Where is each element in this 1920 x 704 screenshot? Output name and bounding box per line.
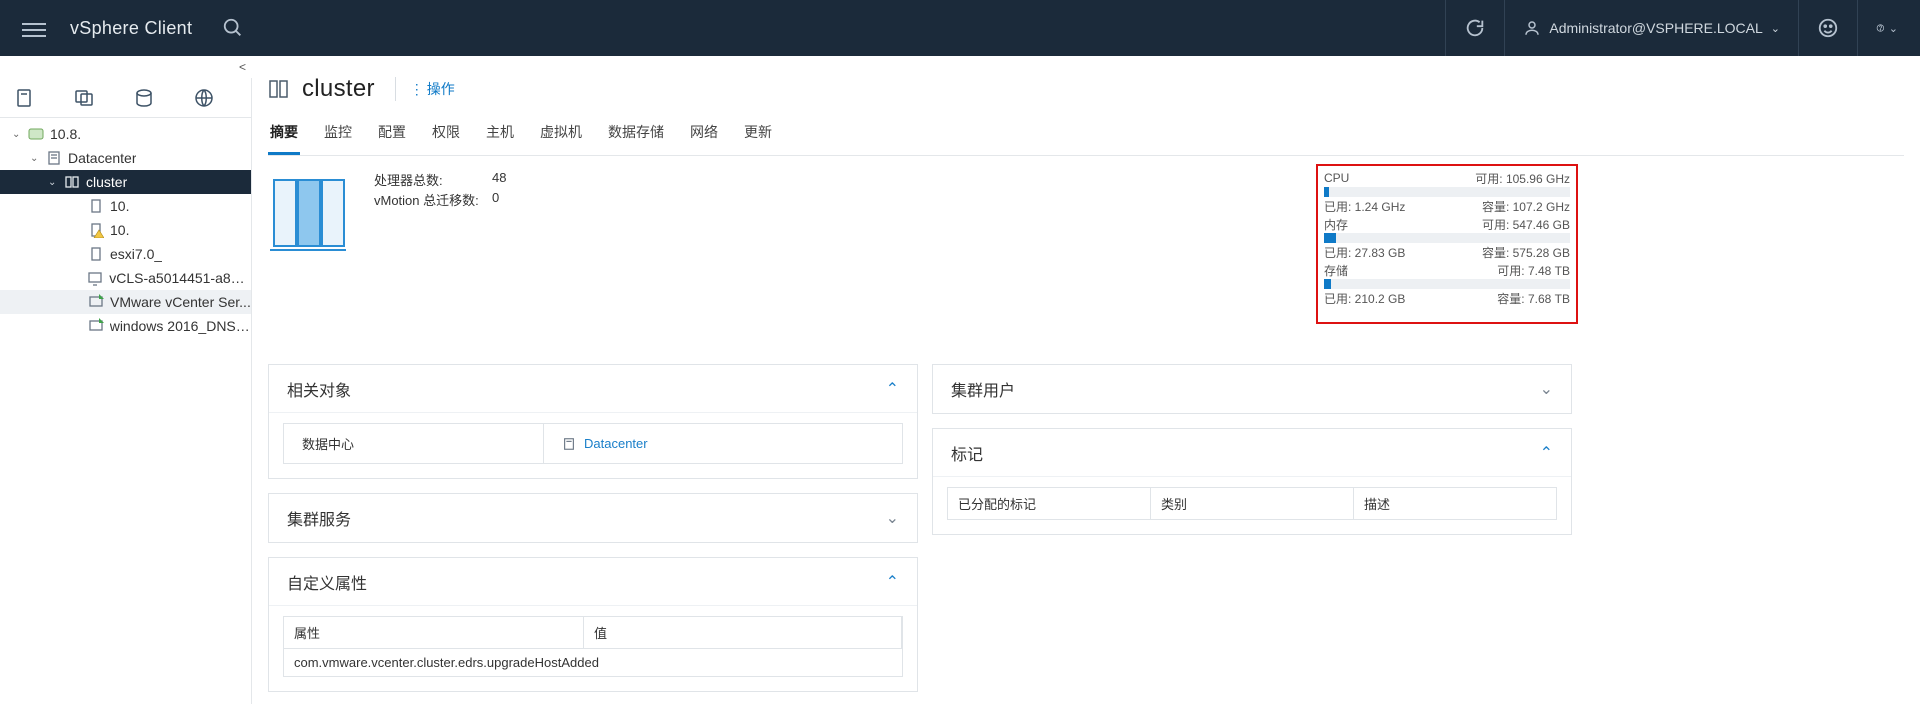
network-view-icon[interactable]: [194, 88, 214, 108]
chevron-up-icon: ⌃: [886, 379, 899, 399]
summary-val: 48: [492, 170, 532, 190]
chevron-down-icon: ⌄: [1889, 22, 1898, 35]
tab-configure[interactable]: 配置: [376, 114, 408, 155]
chevron-down-icon: ⌄: [886, 508, 899, 528]
page-header: cluster ⋮ 操作: [268, 70, 1904, 108]
cluster-icon: [64, 174, 80, 190]
capacity-cpu: CPU可用: 105.96 GHz 已用: 1.24 GHz容量: 107.2 …: [1324, 170, 1570, 214]
datacenter-icon: [562, 437, 576, 451]
capacity-bar: [1324, 187, 1570, 197]
app-title: vSphere Client: [70, 18, 192, 39]
related-row: 数据中心 Datacenter: [283, 423, 903, 464]
storage-view-icon[interactable]: [134, 88, 154, 108]
topbar-divider: [1798, 0, 1799, 56]
capacity-bar: [1324, 233, 1570, 243]
tab-datastores[interactable]: 数据存储: [606, 114, 666, 155]
sidebar: ⌄ 10.8. ⌄ Datacenter ⌄ cluster 10.: [0, 78, 252, 704]
topbar-divider: [1445, 0, 1446, 56]
vms-view-icon[interactable]: [74, 88, 94, 108]
tab-monitor[interactable]: 监控: [322, 114, 354, 155]
vcenter-icon: [28, 126, 44, 142]
tree-node-host[interactable]: esxi7.0_: [0, 242, 251, 266]
tree-node-host[interactable]: 10.: [0, 218, 251, 242]
capacity-storage: 存储可用: 7.48 TB 已用: 210.2 GB容量: 7.68 TB: [1324, 262, 1570, 306]
table-row[interactable]: com.vmware.vcenter.cluster.edrs.upgradeH…: [283, 649, 903, 677]
smiley-icon[interactable]: [1817, 17, 1839, 39]
table-header: 已分配的标记 类别 描述: [947, 487, 1557, 520]
page-title: cluster: [302, 75, 375, 103]
chevron-up-icon: ⌃: [1540, 443, 1553, 463]
chevron-down-icon: ⌄: [1771, 22, 1780, 35]
tabs: 摘要 监控 配置 权限 主机 虚拟机 数据存储 网络 更新: [268, 114, 1904, 156]
separator: [395, 77, 396, 101]
card-header[interactable]: 标记 ⌃: [933, 429, 1571, 477]
datacenter-icon: [46, 150, 62, 166]
tree-node-vm[interactable]: VMware vCenter Ser...: [0, 290, 251, 314]
tab-vms[interactable]: 虚拟机: [538, 114, 584, 155]
table-header: 属性 值: [283, 616, 903, 649]
tab-summary[interactable]: 摘要: [268, 114, 300, 155]
tab-permissions[interactable]: 权限: [430, 114, 462, 155]
right-column: 集群用户 ⌄ 标记 ⌃ 已分配的标记 类别 描述: [932, 364, 1572, 704]
tree-node-cluster[interactable]: ⌄ cluster: [0, 170, 251, 194]
user-menu[interactable]: Administrator@VSPHERE.LOCAL ⌄: [1523, 19, 1780, 37]
vm-icon: [87, 270, 103, 286]
summary-val: 0: [492, 190, 532, 210]
inventory-tree: ⌄ 10.8. ⌄ Datacenter ⌄ cluster 10.: [0, 118, 251, 338]
card-custom-attributes: 自定义属性 ⌃ 属性 值 com.vmware.vcenter.cluster.…: [268, 557, 918, 692]
tab-updates[interactable]: 更新: [742, 114, 774, 155]
capacity-panel: CPU可用: 105.96 GHz 已用: 1.24 GHz容量: 107.2 …: [1316, 164, 1578, 324]
host-icon: [88, 198, 104, 214]
card-cluster-services: 集群服务 ⌄: [268, 493, 918, 543]
related-link[interactable]: Datacenter: [544, 424, 666, 463]
topbar-divider: [1857, 0, 1858, 56]
topbar: vSphere Client Administrator@VSPHERE.LOC…: [0, 0, 1920, 56]
sidebar-collapse-strip: <: [0, 56, 252, 78]
summary-key: 处理器总数:: [374, 170, 492, 190]
tree-node-vm[interactable]: windows 2016_DNS_...: [0, 314, 251, 338]
tree-node-vcenter[interactable]: ⌄ 10.8.: [0, 122, 251, 146]
card-header[interactable]: 集群服务 ⌄: [269, 494, 917, 542]
tab-networks[interactable]: 网络: [688, 114, 720, 155]
card-cluster-users: 集群用户 ⌄: [932, 364, 1572, 414]
host-icon: [88, 246, 104, 262]
chevron-up-icon: ⌃: [886, 572, 899, 592]
tree-node-vm[interactable]: vCLS-a5014451-a8a3-...: [0, 266, 251, 290]
user-icon: [1523, 19, 1541, 37]
host-warn-icon: [88, 222, 104, 238]
card-related-objects: 相关对象 ⌃ 数据中心 Datacenter: [268, 364, 918, 479]
related-key: 数据中心: [284, 424, 544, 463]
summary-table: 处理器总数: 48 vMotion 总迁移数: 0: [374, 170, 532, 210]
user-label: Administrator@VSPHERE.LOCAL: [1549, 20, 1762, 36]
chevron-down-icon: ⌄: [1540, 379, 1553, 399]
left-column: 相关对象 ⌃ 数据中心 Datacenter 集群服务 ⌄: [268, 364, 918, 704]
summary-strip: 处理器总数: 48 vMotion 总迁移数: 0 CPU可用: 105.96 …: [268, 166, 1572, 316]
vm-running-icon: [88, 318, 104, 334]
tree-node-host[interactable]: 10.: [0, 194, 251, 218]
main: cluster ⋮ 操作 摘要 监控 配置 权限 主机 虚拟机 数据存储 网络 …: [252, 56, 1920, 704]
cluster-icon: [268, 78, 290, 100]
capacity-bar: [1324, 279, 1570, 289]
help-icon[interactable]: ⌄: [1876, 17, 1898, 39]
card-header[interactable]: 相关对象 ⌃: [269, 365, 917, 413]
hamburger-menu-icon[interactable]: [22, 19, 46, 37]
card-header[interactable]: 集群用户 ⌄: [933, 365, 1571, 413]
cluster-illustration-icon: [268, 170, 348, 260]
sidebar-nav: [0, 78, 251, 118]
refresh-icon[interactable]: [1464, 17, 1486, 39]
card-tags: 标记 ⌃ 已分配的标记 类别 描述: [932, 428, 1572, 535]
tab-hosts[interactable]: 主机: [484, 114, 516, 155]
summary-key: vMotion 总迁移数:: [374, 190, 492, 210]
topbar-divider: [1504, 0, 1505, 56]
hosts-view-icon[interactable]: [14, 88, 34, 108]
vm-running-icon: [88, 294, 104, 310]
sidebar-collapse-icon[interactable]: <: [239, 60, 246, 74]
card-header[interactable]: 自定义属性 ⌃: [269, 558, 917, 606]
tree-node-datacenter[interactable]: ⌄ Datacenter: [0, 146, 251, 170]
actions-menu[interactable]: ⋮ 操作: [410, 79, 455, 99]
search-icon[interactable]: [222, 17, 244, 39]
capacity-memory: 内存可用: 547.46 GB 已用: 27.83 GB容量: 575.28 G…: [1324, 216, 1570, 260]
